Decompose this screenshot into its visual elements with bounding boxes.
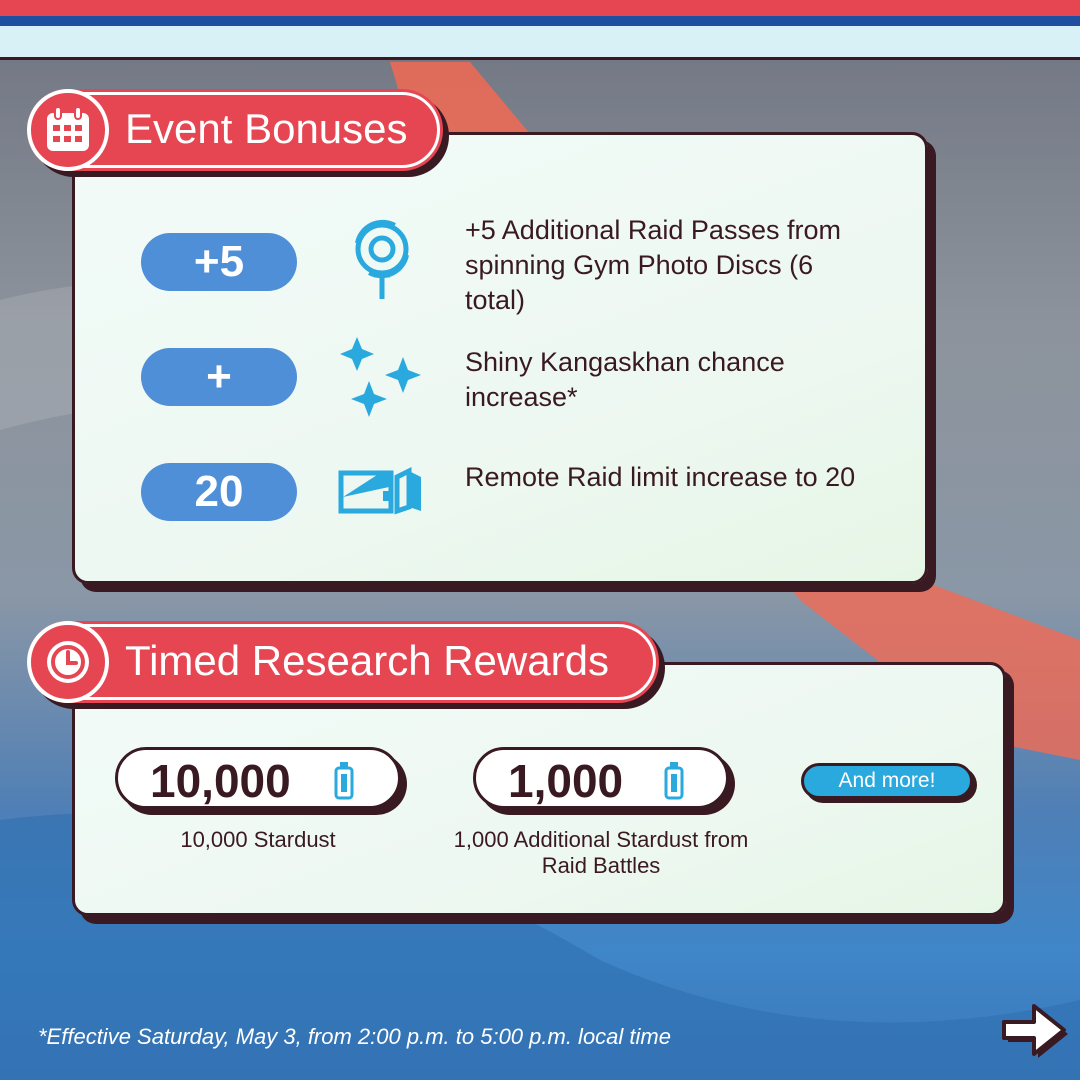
calendar-icon <box>27 89 109 171</box>
header-red-stripe <box>0 0 1080 16</box>
header-blue-stripe <box>0 16 1080 26</box>
event-bonuses-card: +5 +5 Additional Raid Passes from spinni… <box>72 132 928 584</box>
event-bonuses-title: Event Bonuses <box>125 105 408 152</box>
timed-research-header: Timed Research Rewards <box>27 621 656 703</box>
reward-value-raid-stardust: 1,000 <box>508 755 624 807</box>
reward-caption-stardust: 10,000 Stardust <box>180 827 336 852</box>
raid-pass-icon <box>355 219 409 299</box>
sparkles-icon <box>340 337 421 417</box>
reward-caption-raid-stardust: 1,000 Additional Stardust from Raid Batt… <box>453 827 749 878</box>
remote-raid-pass-icon <box>338 466 421 515</box>
stardust-icon <box>664 762 684 800</box>
and-more-badge: And more! <box>801 763 973 799</box>
timed-research-title: Timed Research Rewards <box>125 637 609 684</box>
bonus-badge-shiny: + <box>141 348 297 406</box>
footnote: *Effective Saturday, May 3, from 2:00 p.… <box>38 1024 671 1049</box>
reward-pill-raid-stardust: 1,000 <box>473 747 729 809</box>
arrow-right-icon[interactable] <box>996 992 1072 1068</box>
clock-icon <box>27 621 109 703</box>
timed-research-card: 10,000 10,000 Stardust 1,000 1,000 Addit… <box>72 662 1006 916</box>
bonus-badge-raid-passes: +5 <box>141 233 297 291</box>
bonus-text-shiny: Shiny Kangaskhan chance increase* <box>465 347 785 412</box>
reward-pill-stardust: 10,000 <box>115 747 401 809</box>
event-bonuses-header: Event Bonuses <box>27 89 440 171</box>
stardust-icon <box>334 762 354 800</box>
bonus-text-raid-passes: +5 Additional Raid Passes from spinning … <box>465 215 841 315</box>
reward-value-stardust: 10,000 <box>150 755 291 807</box>
header-light-band <box>0 26 1080 60</box>
bonus-text-remote-raid: Remote Raid limit increase to 20 <box>465 462 856 492</box>
bonus-badge-remote-raid: 20 <box>141 463 297 521</box>
